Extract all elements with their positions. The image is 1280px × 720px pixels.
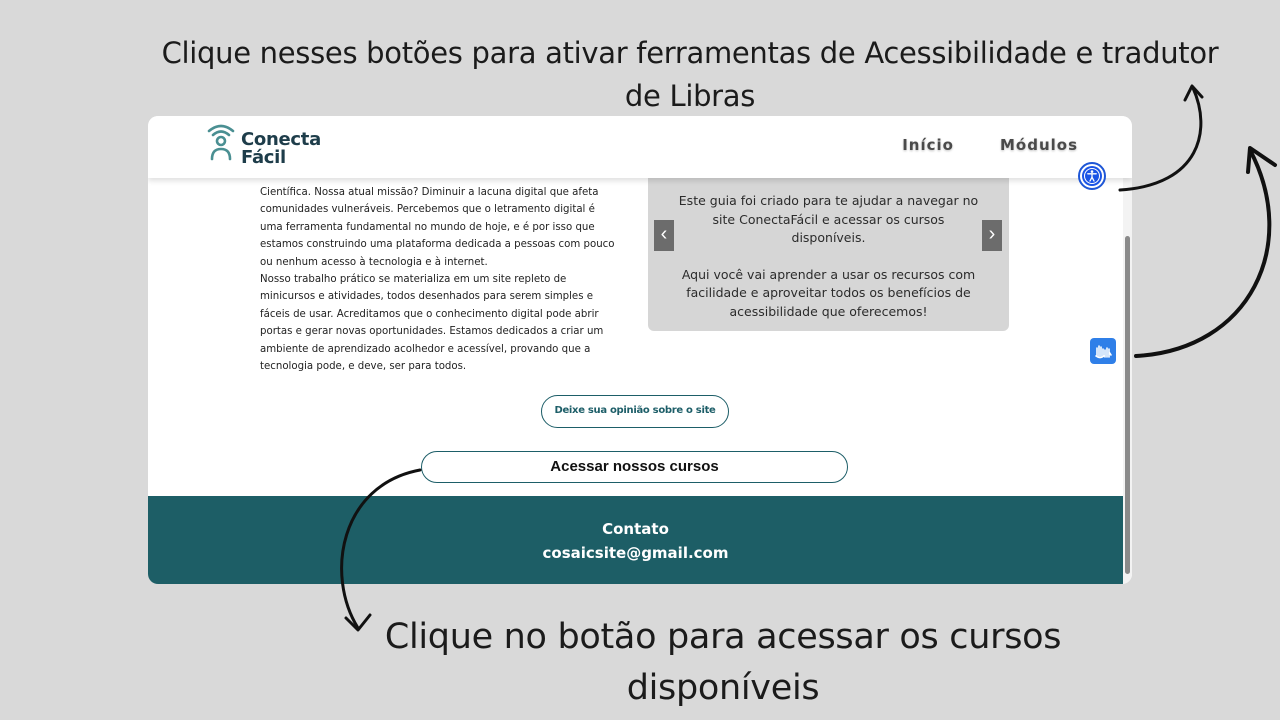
carousel-prev-button[interactable]: ‹ (654, 220, 674, 251)
libras-translator-button[interactable] (1090, 338, 1116, 364)
conecta-facil-logo[interactable]: Conecta Fácil (206, 122, 336, 168)
scrollbar[interactable] (1123, 178, 1132, 584)
access-courses-button[interactable]: Acessar nossos cursos (421, 451, 848, 483)
guide-carousel: Este guia foi criado para te ajudar a na… (648, 178, 1009, 331)
feedback-button[interactable]: Deixe sua opinião sobre o site (541, 395, 729, 428)
about-paragraph-1: Científica. Nossa atual missão? Diminuir… (260, 187, 615, 268)
logo-text-line2: Fácil (241, 147, 286, 168)
nav-inicio[interactable]: Início (902, 136, 954, 154)
top-caption: Clique nesses botões para ativar ferrame… (161, 36, 1219, 113)
accessibility-button[interactable] (1078, 162, 1106, 190)
nav-modulos[interactable]: Módulos (1000, 136, 1078, 154)
carousel-next-button[interactable]: › (982, 220, 1002, 251)
about-paragraph-2: Nosso trabalho prático se materializa em… (260, 274, 604, 373)
guide-paragraph-2: Aqui você vai aprender a usar os recurso… (681, 266, 976, 319)
libras-hands-icon (1095, 345, 1112, 359)
accessibility-icon (1084, 168, 1100, 184)
website-screenshot: Conecta Fácil Início Módulos Científica.… (148, 116, 1132, 584)
footer-contact-title: Contato (602, 520, 669, 538)
main-nav: Início Módulos (902, 136, 1078, 154)
footer-email[interactable]: cosaicsite@gmail.com (148, 544, 1123, 562)
site-header: Conecta Fácil Início Módulos (148, 116, 1132, 178)
wifi-person-icon (207, 124, 235, 161)
about-text: Científica. Nossa atual missão? Diminuir… (260, 184, 616, 375)
guide-paragraph-1: Este guia foi criado para te ajudar a na… (678, 193, 979, 246)
bottom-caption: Clique no botão para acessar os cursos d… (384, 617, 1062, 708)
arrow-to-top-caption-2 (1134, 146, 1277, 358)
site-footer: Contato cosaicsite@gmail.com (148, 496, 1123, 584)
scrollbar-thumb[interactable] (1125, 236, 1130, 574)
